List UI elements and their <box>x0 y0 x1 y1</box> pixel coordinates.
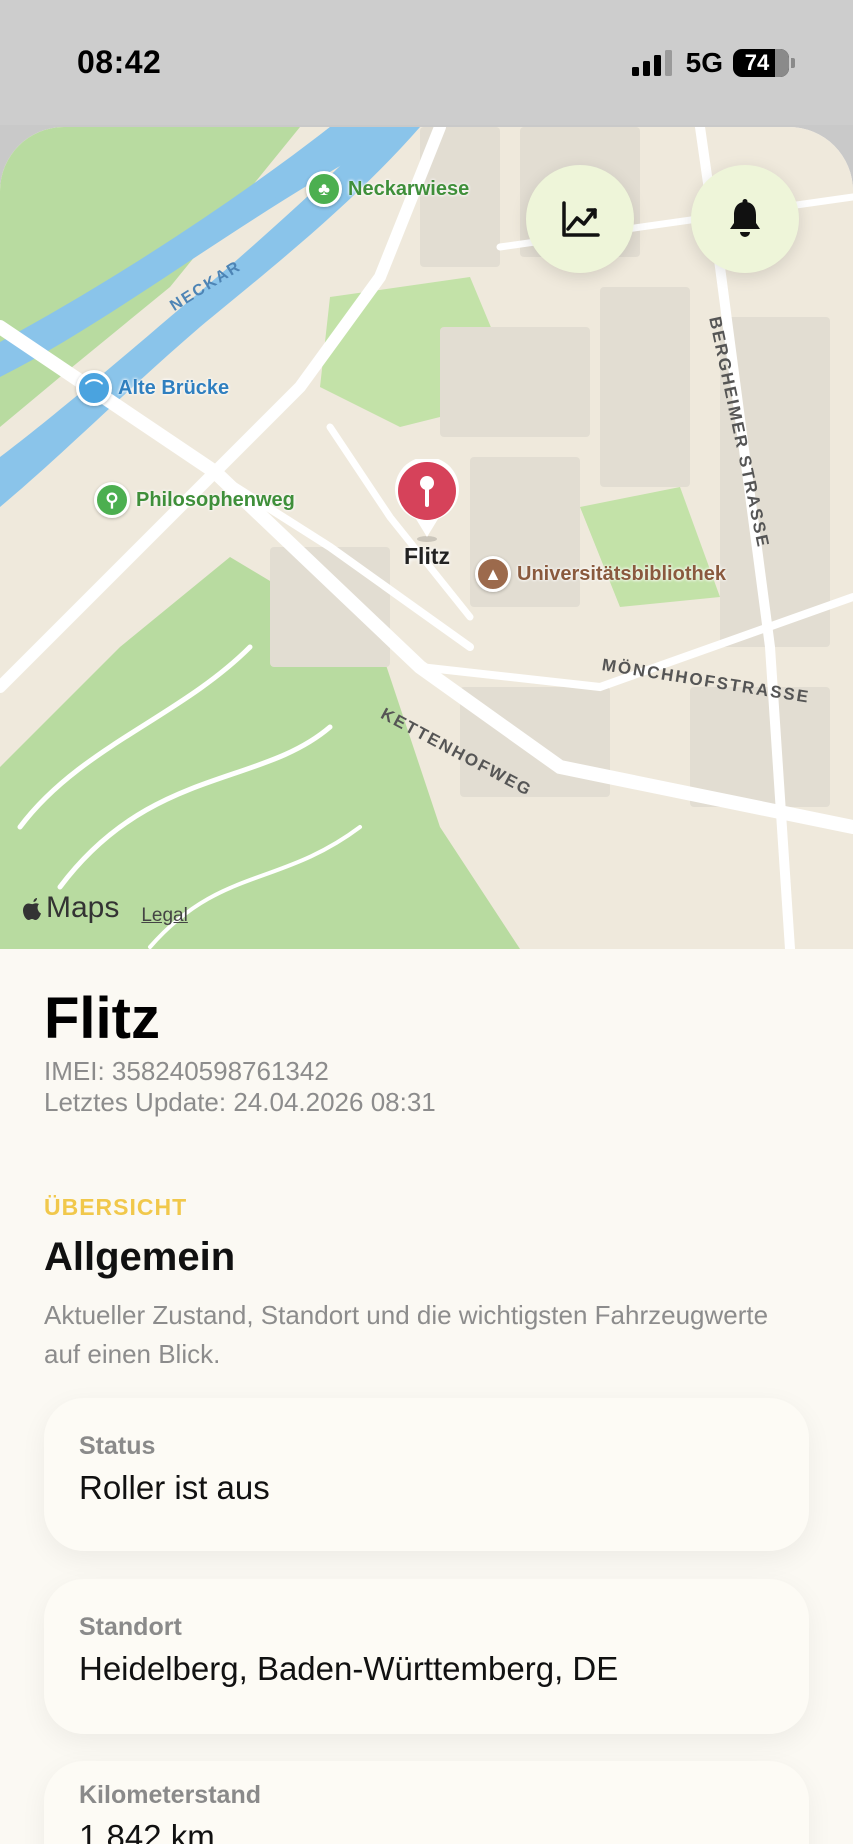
section-description: Aktueller Zustand, Standort und die wich… <box>44 1300 769 1369</box>
card-label: Standort <box>79 1613 182 1641</box>
device-imei: IMEI: 358240598761342 <box>44 1056 329 1086</box>
maps-logo: Maps <box>22 891 119 925</box>
odometer-card[interactable]: Kilometerstand 1.842 km <box>44 1761 809 1844</box>
device-sheet: ♣ Neckarwiese ⌒ Alte Brücke ⚲ Philosophe… <box>0 127 853 1844</box>
poi-philosophenweg[interactable]: ⚲ Philosophenweg <box>94 482 295 518</box>
tree-icon: ♣ <box>306 171 342 207</box>
device-details: Flitz IMEI: 358240598761342 Letztes Upda… <box>0 949 853 1374</box>
section-title: Allgemein <box>44 1235 236 1279</box>
device-name: Flitz <box>44 986 160 1051</box>
poi-neckarwiese[interactable]: ♣ Neckarwiese <box>306 171 469 207</box>
card-value: Roller ist aus <box>79 1469 270 1506</box>
battery-nub <box>791 58 795 68</box>
status-indicators: 5G 74 <box>631 46 795 80</box>
map-view[interactable]: ♣ Neckarwiese ⌒ Alte Brücke ⚲ Philosophe… <box>0 127 853 949</box>
bridge-icon: ⌒ <box>76 370 112 406</box>
network-type: 5G <box>685 47 723 78</box>
poi-universitaetsbibliothek[interactable]: ▲ Universitätsbibliothek <box>475 556 726 592</box>
pin-label: Flitz <box>404 543 450 569</box>
chart-icon <box>562 201 600 237</box>
battery-level: 74 <box>744 50 770 75</box>
card-value: Heidelberg, Baden-Württemberg, DE <box>79 1650 619 1687</box>
section-kicker: ÜBERSICHT <box>44 1194 188 1220</box>
legal-link[interactable]: Legal <box>141 905 188 927</box>
poi-alte-bruecke[interactable]: ⌒ Alte Brücke <box>76 370 229 406</box>
maps-brand-label: Maps <box>46 891 120 924</box>
bell-icon <box>730 199 760 237</box>
statistics-button[interactable] <box>526 165 634 273</box>
card-label: Status <box>79 1432 156 1460</box>
poi-label: Universitätsbibliothek <box>517 562 726 585</box>
status-bar: 08:42 5G 74 <box>0 0 853 125</box>
poi-label: Philosophenweg <box>136 488 295 511</box>
battery-icon: 74 <box>733 49 789 77</box>
location-card[interactable]: Standort Heidelberg, Baden-Württemberg, … <box>44 1579 809 1734</box>
card-value: 1.842 km <box>79 1818 215 1844</box>
maps-attribution: Maps Legal <box>22 891 188 927</box>
hiker-icon: ⚲ <box>94 482 130 518</box>
poi-label: Neckarwiese <box>348 177 470 200</box>
location-pin-icon[interactable] <box>392 459 462 543</box>
card-label: Kilometerstand <box>79 1781 261 1809</box>
status-time: 08:42 <box>77 44 162 80</box>
signal-bars-icon <box>631 50 672 76</box>
device-last-update: Letztes Update: 24.04.2026 08:31 <box>44 1087 436 1117</box>
notifications-button[interactable] <box>691 165 799 273</box>
apple-icon <box>23 898 41 920</box>
poi-label: Alte Brücke <box>118 376 230 399</box>
status-card[interactable]: Status Roller ist aus <box>44 1398 809 1551</box>
